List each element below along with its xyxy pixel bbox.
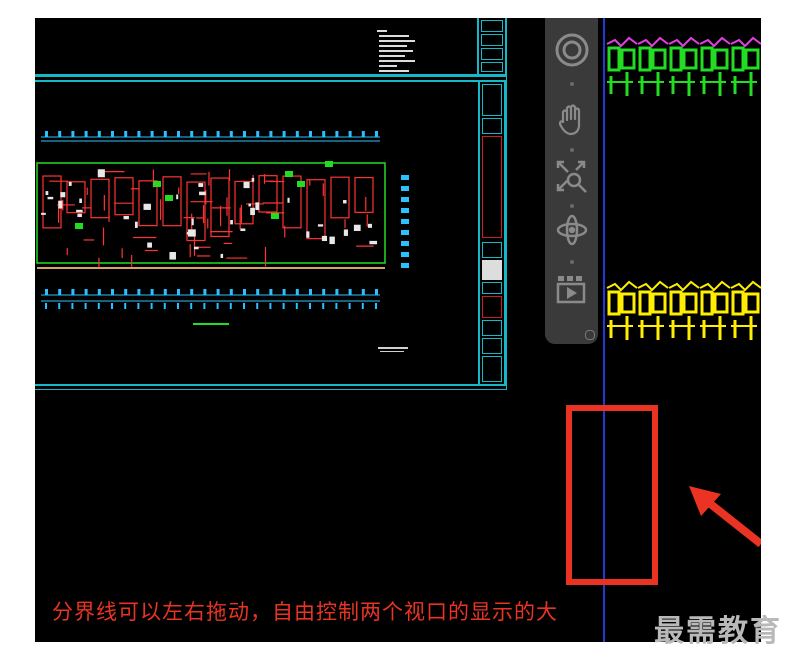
left-viewport[interactable] (35, 18, 603, 642)
pan-button[interactable] (554, 102, 590, 138)
main-title-block (478, 82, 504, 384)
upper-sheet-notes (377, 30, 415, 72)
navbar-menu-handle[interactable] (585, 330, 595, 340)
steering-wheel-icon (555, 33, 589, 67)
steering-wheel-button[interactable] (554, 32, 590, 68)
pan-icon (558, 104, 581, 136)
navigation-bar[interactable] (545, 18, 598, 344)
upper-layout-sheet (35, 18, 507, 76)
drawing-canvas[interactable]: 分界线可以左右拖动，自由控制两个视口的显示的大 (35, 18, 761, 642)
divider-highlight-box (566, 405, 658, 585)
showmotion-button[interactable] (554, 272, 590, 308)
orbit-icon (556, 214, 588, 246)
callout-arrow (689, 486, 761, 548)
watermark-logo: 最需教育 (654, 614, 782, 649)
sheet-scale-note (378, 347, 408, 352)
showmotion-icon (556, 276, 586, 304)
orbit-button[interactable] (554, 212, 590, 248)
right-plan-upper (606, 36, 761, 96)
instruction-caption: 分界线可以左右拖动，自由控制两个视口的显示的大 (52, 600, 558, 624)
zoom-button[interactable] (554, 158, 590, 194)
right-plan-lower (606, 280, 761, 340)
zoom-icon (556, 160, 587, 193)
floor-plan-drawing (36, 131, 409, 325)
upper-title-block (477, 18, 505, 74)
